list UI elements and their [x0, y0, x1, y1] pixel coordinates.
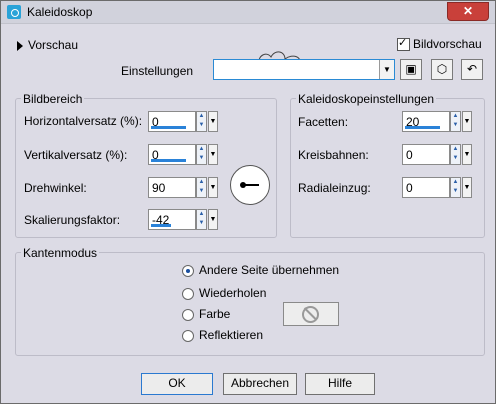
radio-icon[interactable] [182, 329, 194, 342]
no-color-icon [302, 306, 319, 323]
rotation-field[interactable]: 90 [148, 177, 196, 198]
preview-toggle[interactable]: Vorschau [17, 38, 78, 52]
radial-field[interactable]: 0 [402, 177, 450, 198]
level-bar [151, 159, 186, 162]
save-icon: ▣ [405, 62, 417, 76]
settings-combobox[interactable]: ▼ [213, 59, 395, 80]
dropdown-arrow-icon[interactable]: ▼ [379, 60, 394, 79]
orbits-field[interactable]: 0 [402, 144, 450, 165]
radio-color[interactable]: Farbe [182, 307, 230, 321]
bildbereich-title: Bildbereich [21, 92, 85, 106]
dropdown-arrow-icon[interactable]: ▼ [462, 144, 472, 165]
radio-reflect[interactable]: Reflektieren [182, 328, 263, 342]
radio-icon[interactable] [182, 308, 194, 321]
up-down-icon[interactable]: ▲ ▼ [450, 177, 461, 198]
level-bar [151, 126, 186, 129]
level-bar [151, 224, 171, 227]
dialog-window: Kaleidoskop ✕ Vorschau Bildvorschau Eins… [0, 0, 496, 404]
horizontal-offset-label: Horizontalversatz (%): [24, 114, 143, 128]
up-down-icon[interactable]: ▲ ▼ [196, 177, 207, 198]
dropdown-arrow-icon[interactable]: ▼ [208, 144, 218, 165]
horizontal-offset-field[interactable]: 0 [148, 111, 196, 132]
orbits-label: Kreisbahnen: [298, 148, 369, 162]
cube-button[interactable]: ⬡ [431, 59, 453, 80]
preview-label: Vorschau [28, 38, 79, 52]
facets-field[interactable]: 20 [402, 111, 450, 132]
rotation-label: Drehwinkel: [24, 181, 87, 195]
up-down-icon[interactable]: ▲ ▼ [196, 144, 207, 165]
vertical-offset-field[interactable]: 0 [148, 144, 196, 165]
level-bar [405, 126, 440, 129]
facets-spinner[interactable]: 20 ▲ ▼ ▼ [402, 111, 472, 132]
kanten-title: Kantenmodus [21, 246, 100, 260]
dropdown-arrow-icon[interactable]: ▼ [462, 177, 472, 198]
rotation-dial[interactable] [230, 165, 270, 205]
settings-label: Einstellungen [121, 64, 194, 78]
scale-label: Skalierungsfaktor: [24, 213, 121, 227]
radio-other-side[interactable]: Andere Seite übernehmen [182, 263, 339, 277]
rotation-spinner[interactable]: 90 ▲ ▼ ▼ [148, 177, 218, 198]
window-title: Kaleidoskop [27, 5, 93, 19]
bild-preview-checkbox[interactable]: Bildvorschau [397, 36, 482, 52]
close-button[interactable]: ✕ [447, 2, 489, 21]
save-preset-button[interactable]: ▣ [400, 59, 422, 80]
title-bar[interactable]: Kaleidoskop ✕ [1, 1, 495, 24]
facets-label: Facetten: [298, 115, 349, 129]
radio-icon[interactable] [182, 287, 194, 300]
up-down-icon[interactable]: ▲ ▼ [196, 111, 207, 132]
checkbox-icon[interactable] [397, 36, 410, 52]
dropdown-arrow-icon[interactable]: ▼ [208, 111, 218, 132]
ok-button[interactable]: OK [141, 373, 213, 395]
scale-spinner[interactable]: -42 ▲ ▼ ▼ [148, 209, 218, 230]
up-down-icon[interactable]: ▲ ▼ [450, 144, 461, 165]
triangle-right-icon [17, 40, 23, 51]
color-swatch-button[interactable] [283, 302, 339, 326]
up-down-icon[interactable]: ▲ ▼ [196, 209, 207, 230]
radio-repeat[interactable]: Wiederholen [182, 286, 266, 300]
cube-icon: ⬡ [436, 62, 448, 76]
cancel-button[interactable]: Abbrechen [223, 373, 297, 395]
vertical-offset-spinner[interactable]: 0 ▲ ▼ ▼ [148, 144, 218, 165]
dial-dot [240, 182, 246, 188]
radio-icon[interactable] [182, 264, 194, 277]
radial-label: Radialeinzug: [298, 181, 371, 195]
scale-field[interactable]: -42 [148, 209, 196, 230]
dropdown-arrow-icon[interactable]: ▼ [208, 177, 218, 198]
app-icon [7, 5, 21, 19]
orbits-spinner[interactable]: 0 ▲ ▼ ▼ [402, 144, 472, 165]
dropdown-arrow-icon[interactable]: ▼ [208, 209, 218, 230]
kaleido-title: Kaleidoskopeinstellungen [296, 92, 437, 106]
help-button[interactable]: Hilfe [305, 373, 375, 395]
reset-button[interactable]: ↶ [461, 59, 483, 80]
dropdown-arrow-icon[interactable]: ▼ [462, 111, 472, 132]
vertical-offset-label: Vertikalversatz (%): [24, 148, 128, 162]
horizontal-offset-spinner[interactable]: 0 ▲ ▼ ▼ [148, 111, 218, 132]
reset-icon: ↶ [466, 62, 478, 76]
radial-spinner[interactable]: 0 ▲ ▼ ▼ [402, 177, 472, 198]
bild-preview-label: Bildvorschau [413, 37, 482, 51]
up-down-icon[interactable]: ▲ ▼ [450, 111, 461, 132]
